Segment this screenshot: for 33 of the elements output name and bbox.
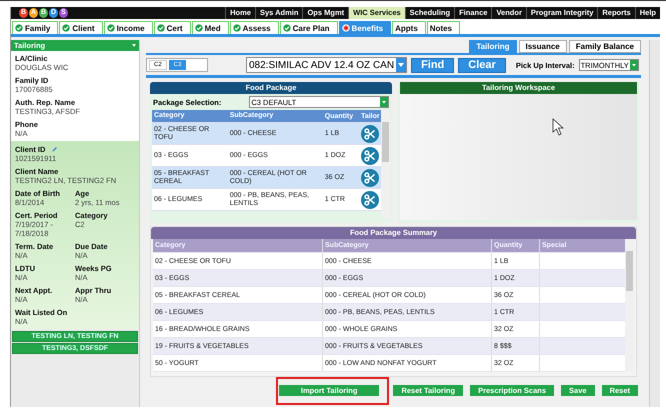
tab[interactable]: Appts [392,21,426,34]
tab[interactable]: Family Balance [568,40,641,53]
scrollbar[interactable] [625,239,634,372]
caret-icon [396,58,406,72]
check-icon [106,24,115,32]
asterisk-icon [342,24,350,32]
tab[interactable]: Income [104,21,153,34]
tab[interactable]: Family [12,21,58,34]
tab[interactable]: Issuance [518,40,567,53]
check-icon [62,24,70,32]
tab[interactable]: Med [192,21,229,34]
tab[interactable]: Client [59,21,103,34]
scissors-icon[interactable] [361,146,380,164]
scrollbar[interactable] [381,110,390,219]
check-icon [156,24,165,32]
tab[interactable]: Care Plan [280,21,338,34]
scissors-icon[interactable] [361,168,380,186]
caret-icon [630,60,638,70]
scissors-icon[interactable] [361,124,380,142]
scissors-icon[interactable] [361,190,380,208]
caret-icon [380,97,388,107]
check-icon [15,24,23,32]
tab[interactable]: Cert [154,21,191,34]
check-icon [194,24,203,32]
check-icon [282,24,291,32]
tab[interactable]: Assess [230,21,279,34]
product-dropdown[interactable]: 082:SIMILAC ADV 12.4 OZ CAN [246,57,408,73]
caret-icon [132,44,136,47]
scrollbar[interactable] [649,40,660,407]
pencil-icon[interactable] [51,146,58,153]
mouse-pointer-icon [552,118,564,136]
check-icon [232,24,241,32]
tab[interactable]: Notes [426,21,460,34]
